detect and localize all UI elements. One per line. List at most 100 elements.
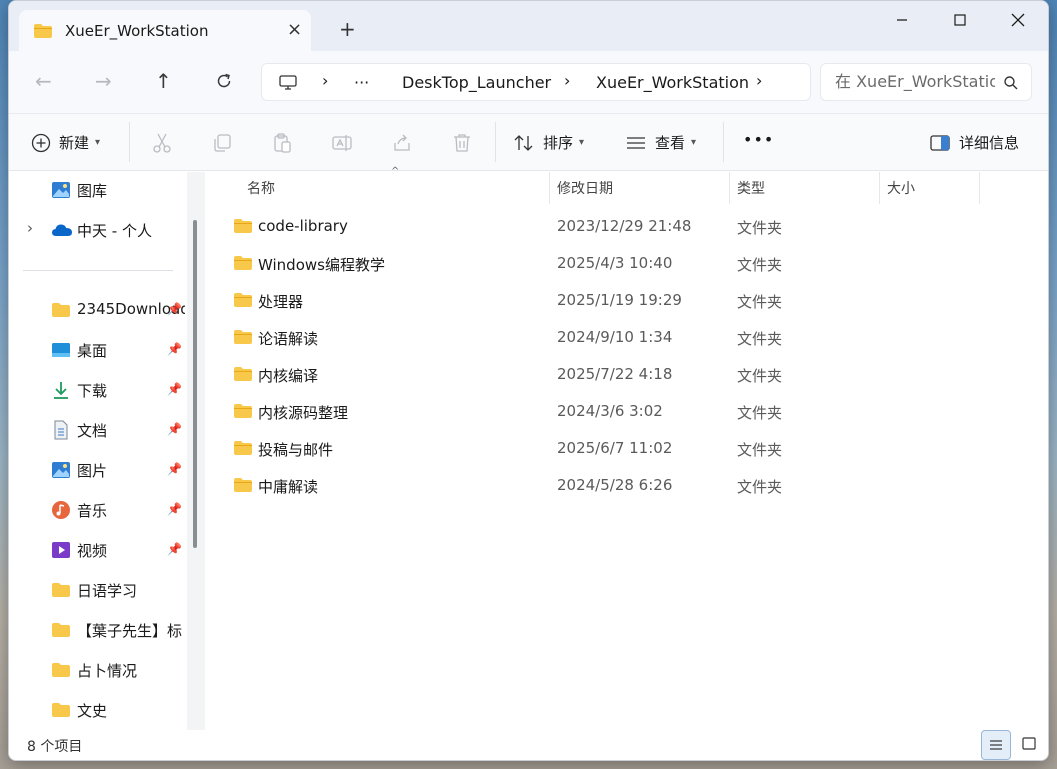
sidebar-item-music[interactable]: 音乐 📌 [9,492,189,528]
breadcrumb-item[interactable]: XueEr_WorkStation [596,73,749,92]
file-row[interactable]: 内核源码整理 2024/3/6 3:02 文件夹 [229,395,989,429]
file-row[interactable]: 中庸解读 2024/5/28 6:26 文件夹 [229,469,989,503]
new-tab-button[interactable]: + [339,19,356,39]
maximize-icon[interactable] [951,11,969,29]
sort-button[interactable]: 排序 ▾ [513,132,584,153]
document-icon [54,420,68,440]
minimize-icon[interactable] [893,11,911,29]
file-date: 2025/4/3 10:40 [557,254,673,272]
column-header-date[interactable]: 修改日期 [557,178,613,198]
column-header-name[interactable]: 名称 [247,178,275,198]
tiles-view-button[interactable] [1015,730,1045,760]
divider [723,122,724,162]
close-window-icon[interactable] [1009,11,1027,29]
column-divider[interactable] [729,172,730,204]
chevron-right-icon[interactable]: › [27,219,33,237]
chevron-right-icon[interactable]: › [756,71,762,90]
tab-current[interactable]: XueEr_WorkStation × [19,10,311,52]
copy-icon[interactable] [211,132,233,154]
file-date: 2024/9/10 1:34 [557,328,673,346]
back-arrow-icon[interactable]: ← [35,71,52,91]
sidebar-item-videos[interactable]: 视频 📌 [9,532,189,568]
forward-arrow-icon[interactable]: → [95,71,112,91]
up-arrow-icon[interactable]: ↑ [155,71,172,91]
view-button[interactable]: 查看 ▾ [625,132,696,153]
tab-title: XueEr_WorkStation [65,22,209,40]
details-pane-button[interactable]: 详细信息 [929,132,1019,153]
sort-label: 排序 [543,134,574,152]
file-row[interactable]: 处理器 2025/1/19 19:29 文件夹 [229,284,989,318]
sidebar-item-documents[interactable]: 文档 📌 [9,412,189,448]
desktop-icon [52,343,70,357]
paste-icon[interactable] [271,132,293,154]
breadcrumb-overflow[interactable]: ··· [354,73,369,92]
column-divider[interactable] [979,172,980,204]
sidebar-item-label: 文史 [77,702,108,720]
file-date: 2025/7/22 4:18 [557,365,673,383]
pin-icon: 📌 [167,502,182,516]
pictures-icon [52,462,70,478]
delete-icon[interactable] [451,132,473,154]
gallery-icon [52,182,70,198]
folder-icon [34,24,52,38]
file-row[interactable]: 内核编译 2025/7/22 4:18 文件夹 [229,358,989,392]
details-view-button[interactable] [981,730,1011,760]
sidebar-item-2345downloads[interactable]: 2345Downloads 📌 [9,292,189,328]
column-header-size[interactable]: 大小 [887,178,915,198]
pin-icon: 📌 [167,422,182,436]
scrollbar-thumb[interactable] [193,220,197,548]
sidebar-item-onedrive[interactable]: › 中天 - 个人 [9,212,189,248]
status-bar: 8 个项目 [9,730,1048,760]
file-name: code-library [258,217,348,235]
file-date: 2024/3/6 3:02 [557,402,663,420]
divider [129,122,130,162]
file-row[interactable]: code-library 2023/12/29 21:48 文件夹 [229,210,989,244]
sidebar-item-divination[interactable]: 占卜情况 [9,652,189,688]
more-options-button[interactable]: ••• [743,130,774,149]
music-icon [52,501,70,519]
title-bar: XueEr_WorkStation × + [9,1,1048,52]
search-input[interactable] [835,72,995,91]
sort-ascending-icon: ^ [391,166,400,177]
folder-icon [52,583,70,597]
chevron-right-icon[interactable]: › [564,71,570,90]
search-box[interactable] [820,63,1032,101]
sidebar-item-history[interactable]: 文史 [9,692,189,728]
details-view-icon [990,740,1002,750]
folder-icon [234,293,252,307]
navigation-bar: ← → ↑ › ··· DeskTop_Launcher › XueEr_Wor… [9,51,1048,113]
file-row[interactable]: Windows编程教学 2025/4/3 10:40 文件夹 [229,247,989,281]
sidebar-item-downloads[interactable]: 下载 📌 [9,372,189,408]
rename-icon[interactable] [331,132,353,154]
details-pane-icon [930,134,950,151]
sidebar-item-pictures[interactable]: 图片 📌 [9,452,189,488]
address-bar[interactable]: › ··· DeskTop_Launcher › XueEr_WorkStati… [261,63,811,101]
sidebar-item-gallery[interactable]: 图库 [9,172,189,208]
folder-icon [52,703,70,717]
sidebar-item-desktop[interactable]: 桌面 📌 [9,332,189,368]
chevron-down-icon: ▾ [691,137,697,148]
share-icon[interactable] [391,132,413,154]
file-row[interactable]: 投稿与邮件 2025/6/7 11:02 文件夹 [229,432,989,466]
file-row[interactable]: 论语解读 2024/9/10 1:34 文件夹 [229,321,989,355]
cut-icon[interactable] [151,132,173,154]
folder-icon [234,219,252,233]
pin-icon: 📌 [167,462,182,476]
chevron-right-icon[interactable]: › [322,71,328,90]
file-type: 文件夹 [737,441,783,459]
tiles-view-icon [1022,737,1036,750]
breadcrumb-item[interactable]: DeskTop_Launcher [402,73,551,92]
sidebar-item-japanese-study[interactable]: 日语学习 [9,572,189,608]
sidebar-item-label: 占卜情况 [77,662,138,680]
sidebar-item-label: 图库 [77,182,108,200]
close-tab-icon[interactable]: × [287,19,302,40]
pin-icon: 📌 [167,382,182,396]
column-divider[interactable] [879,172,880,204]
refresh-icon[interactable] [215,72,233,90]
column-divider[interactable] [549,172,550,204]
item-count: 8 个项目 [27,739,83,755]
sidebar-item-yezi[interactable]: 【葉子先生】标 [9,612,189,648]
new-button[interactable]: 新建 ▾ [31,132,100,153]
search-icon[interactable] [1003,75,1019,91]
column-header-type[interactable]: 类型 [737,178,765,198]
